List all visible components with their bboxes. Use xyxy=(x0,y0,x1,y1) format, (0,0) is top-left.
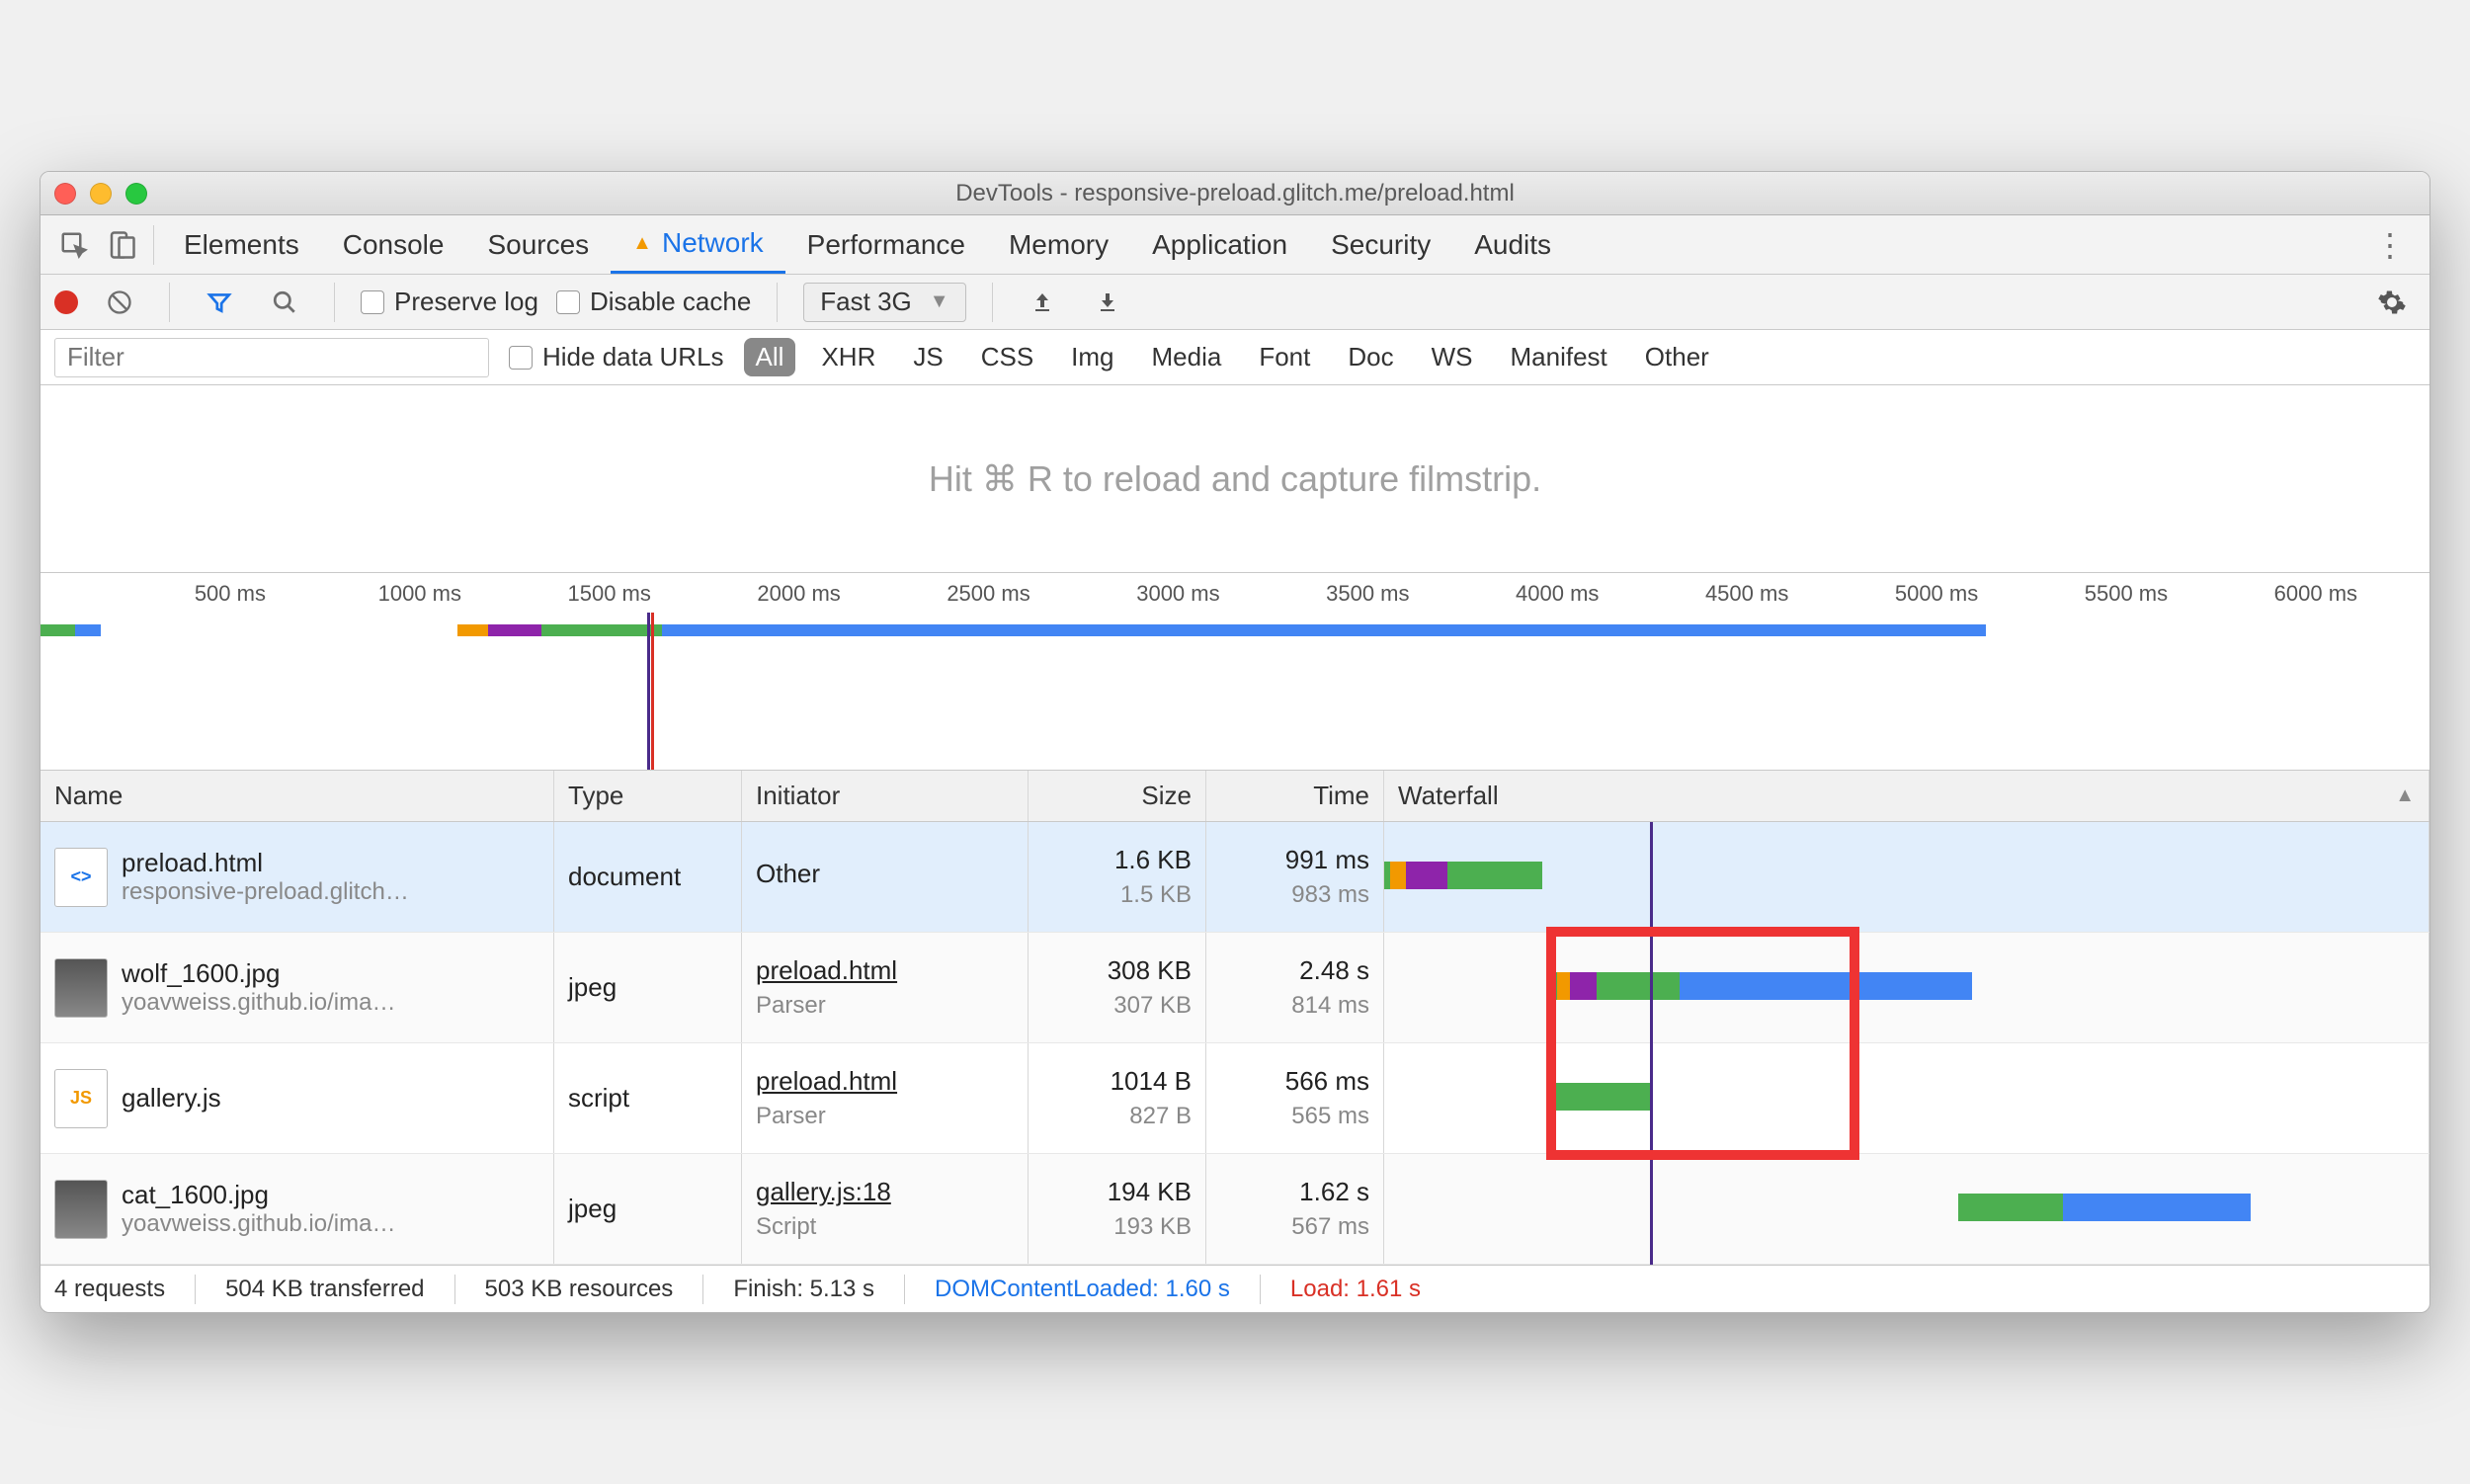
waterfall-cell xyxy=(1384,822,2429,932)
record-button[interactable] xyxy=(54,290,78,314)
filter-type-media[interactable]: Media xyxy=(1140,338,1234,376)
network-toolbar: Preserve log Disable cache Fast 3G▼ xyxy=(41,275,2429,330)
status-bar: 4 requests 504 KB transferred 503 KB res… xyxy=(41,1265,2429,1312)
tab-sources[interactable]: Sources xyxy=(465,215,611,274)
tab-console[interactable]: Console xyxy=(321,215,466,274)
waterfall-cell xyxy=(1384,1154,2429,1264)
status-dcl: DOMContentLoaded: 1.60 s xyxy=(935,1276,1230,1303)
titlebar: DevTools - responsive-preload.glitch.me/… xyxy=(41,172,2429,215)
clear-icon[interactable] xyxy=(96,279,143,326)
table-row[interactable]: wolf_1600.jpgyoavweiss.github.io/ima…jpe… xyxy=(41,933,2429,1043)
timeline-tick: 2500 ms xyxy=(947,581,1029,607)
timeline-tick: 5000 ms xyxy=(1895,581,1978,607)
col-initiator[interactable]: Initiator xyxy=(742,771,1029,821)
overview-timeline[interactable]: 500 ms 1000 ms 1500 ms 2000 ms 2500 ms 3000 m… xyxy=(41,573,2429,771)
tab-elements[interactable]: Elements xyxy=(162,215,321,274)
preserve-log-checkbox[interactable]: Preserve log xyxy=(361,287,538,317)
col-type[interactable]: Type xyxy=(554,771,742,821)
highlight-box xyxy=(1546,927,1859,1160)
col-time[interactable]: Time xyxy=(1206,771,1384,821)
window-title: DevTools - responsive-preload.glitch.me/… xyxy=(41,180,2429,207)
timeline-tick: 2000 ms xyxy=(757,581,840,607)
devtools-window: DevTools - responsive-preload.glitch.me/… xyxy=(40,171,2430,1313)
filter-type-doc[interactable]: Doc xyxy=(1336,338,1405,376)
inspect-icon[interactable] xyxy=(50,221,98,269)
tab-audits[interactable]: Audits xyxy=(1452,215,1573,274)
tab-security[interactable]: Security xyxy=(1309,215,1452,274)
device-mode-icon[interactable] xyxy=(98,221,145,269)
timeline-tick: 4500 ms xyxy=(1705,581,1788,607)
tab-performance[interactable]: Performance xyxy=(785,215,987,274)
filter-type-xhr[interactable]: XHR xyxy=(809,338,887,376)
file-icon xyxy=(54,1180,108,1239)
col-name[interactable]: Name xyxy=(41,771,554,821)
timeline-tick: 5500 ms xyxy=(2085,581,2168,607)
hide-data-urls-checkbox[interactable]: Hide data URLs xyxy=(509,342,724,372)
filmstrip-hint: Hit ⌘ R to reload and capture filmstrip. xyxy=(41,385,2429,573)
col-waterfall[interactable]: Waterfall▲ xyxy=(1384,771,2429,821)
waterfall-cell xyxy=(1384,933,2429,1042)
file-icon: JS xyxy=(54,1069,108,1128)
tab-application[interactable]: Application xyxy=(1130,215,1309,274)
status-finish: Finish: 5.13 s xyxy=(733,1276,874,1303)
file-icon xyxy=(54,958,108,1018)
filter-icon[interactable] xyxy=(196,279,243,326)
timeline-tick: 4000 ms xyxy=(1516,581,1599,607)
status-requests: 4 requests xyxy=(54,1276,165,1303)
search-icon[interactable] xyxy=(261,279,308,326)
filter-type-ws[interactable]: WS xyxy=(1420,338,1485,376)
disable-cache-checkbox[interactable]: Disable cache xyxy=(556,287,751,317)
waterfall-cell xyxy=(1384,1043,2429,1153)
filter-type-all[interactable]: All xyxy=(744,338,796,376)
col-size[interactable]: Size xyxy=(1029,771,1206,821)
chevron-down-icon: ▼ xyxy=(930,290,949,313)
table-row[interactable]: cat_1600.jpgyoavweiss.github.io/ima…jpeg… xyxy=(41,1154,2429,1265)
filter-type-manifest[interactable]: Manifest xyxy=(1499,338,1619,376)
timeline-tick: 6000 ms xyxy=(2274,581,2357,607)
file-icon: <> xyxy=(54,848,108,907)
filter-type-js[interactable]: JS xyxy=(901,338,954,376)
throttle-select[interactable]: Fast 3G▼ xyxy=(803,283,965,322)
status-transferred: 504 KB transferred xyxy=(225,1276,424,1303)
more-options-icon[interactable]: ⋮ xyxy=(2358,226,2420,264)
timeline-tick: 3000 ms xyxy=(1136,581,1219,607)
upload-icon[interactable] xyxy=(1019,279,1066,326)
settings-icon[interactable] xyxy=(2368,279,2416,326)
filter-input[interactable] xyxy=(54,338,489,377)
table-row[interactable]: <>preload.htmlresponsive-preload.glitch…… xyxy=(41,822,2429,933)
filter-type-css[interactable]: CSS xyxy=(969,338,1045,376)
tab-memory[interactable]: Memory xyxy=(987,215,1130,274)
table-row[interactable]: JSgallery.jsscriptpreload.htmlParser1014… xyxy=(41,1043,2429,1154)
panel-tabs: ElementsConsoleSources▲NetworkPerformanc… xyxy=(41,215,2429,275)
timeline-tick: 3500 ms xyxy=(1326,581,1409,607)
timeline-tick: 500 ms xyxy=(195,581,266,607)
timeline-tick: 1500 ms xyxy=(568,581,651,607)
filter-type-img[interactable]: Img xyxy=(1059,338,1125,376)
filter-bar: Hide data URLs All XHR JS CSS Img Media Font Do… xyxy=(41,330,2429,385)
status-resources: 503 KB resources xyxy=(485,1276,674,1303)
filter-type-font[interactable]: Font xyxy=(1247,338,1322,376)
tab-network[interactable]: ▲Network xyxy=(611,215,785,274)
filter-type-other[interactable]: Other xyxy=(1633,338,1721,376)
table-header: Name Type Initiator Size Time Waterfall▲ xyxy=(41,771,2429,822)
timeline-tick: 1000 ms xyxy=(378,581,461,607)
download-icon[interactable] xyxy=(1084,279,1131,326)
status-load: Load: 1.61 s xyxy=(1290,1276,1421,1303)
